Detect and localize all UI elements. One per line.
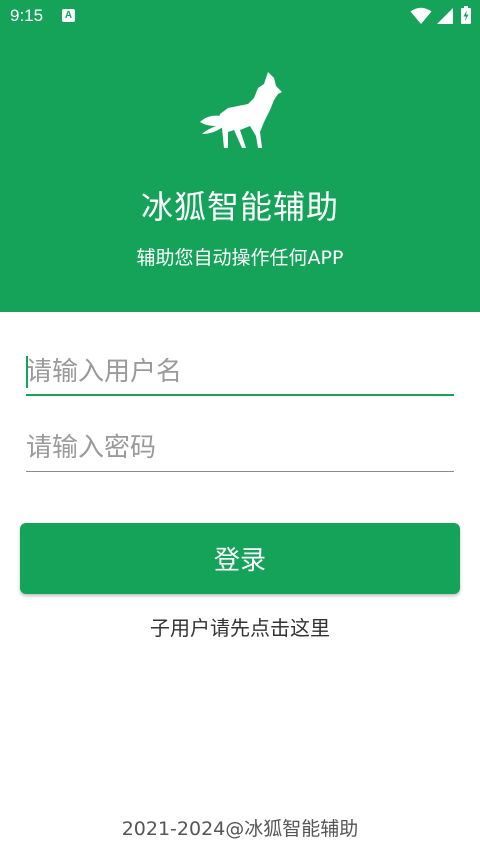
password-input[interactable] [26,428,454,468]
app-title: 冰狐智能辅助 [140,188,339,226]
login-button[interactable]: 登录 [20,523,460,594]
app-subtitle: 辅助您自动操作任何APP [136,247,344,269]
sub-user-link[interactable]: 子用户请先点击这里 [0,612,480,641]
username-underline [26,394,454,396]
header-banner: 9:15 A 冰狐智能辅助 辅助您自动操作任何APP [0,0,480,312]
login-screen: 9:15 A 冰狐智能辅助 辅助您自动操作任何APP 请输入用户名 登录 子用户… [0,0,480,854]
text-cursor [26,356,28,388]
username-input[interactable] [26,352,454,392]
password-underline [26,471,454,472]
status-bar: 9:15 A [0,0,480,32]
footer-copyright: 2021-2024@冰狐智能辅助 [121,818,359,840]
fox-icon [200,72,282,148]
status-time: 9:15 [10,6,44,25]
wifi-icon [410,7,432,24]
notification-icon: A [62,9,75,22]
battery-charging-icon [461,6,471,24]
username-field[interactable] [26,352,454,396]
signal-icon [437,8,453,24]
password-field[interactable] [26,428,454,472]
